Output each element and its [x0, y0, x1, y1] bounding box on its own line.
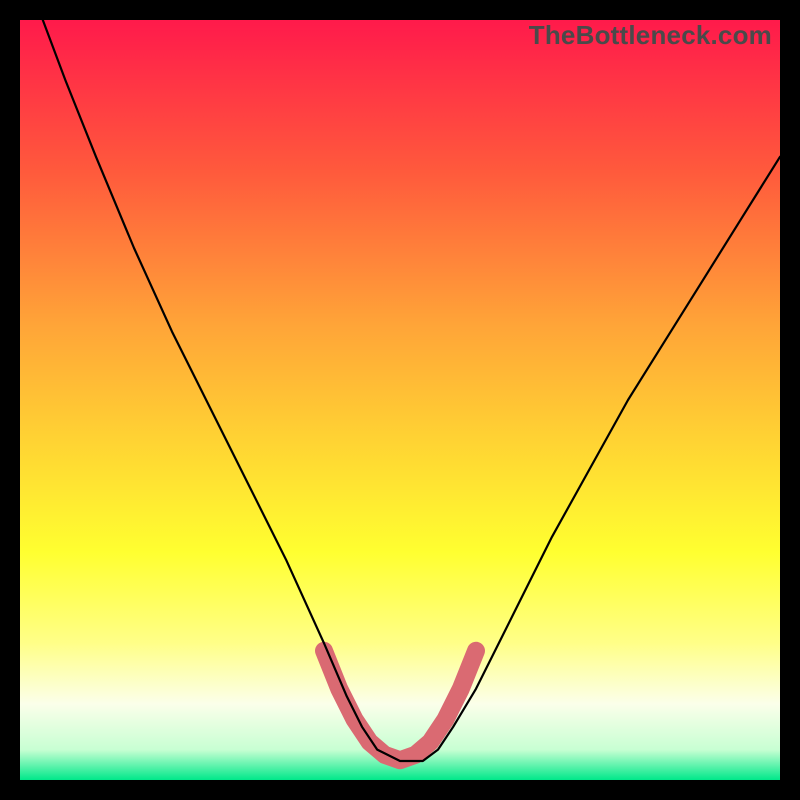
watermark-text: TheBottleneck.com	[529, 20, 772, 51]
gradient-background	[20, 20, 780, 780]
chart-canvas	[20, 20, 780, 780]
chart-frame: TheBottleneck.com	[20, 20, 780, 780]
